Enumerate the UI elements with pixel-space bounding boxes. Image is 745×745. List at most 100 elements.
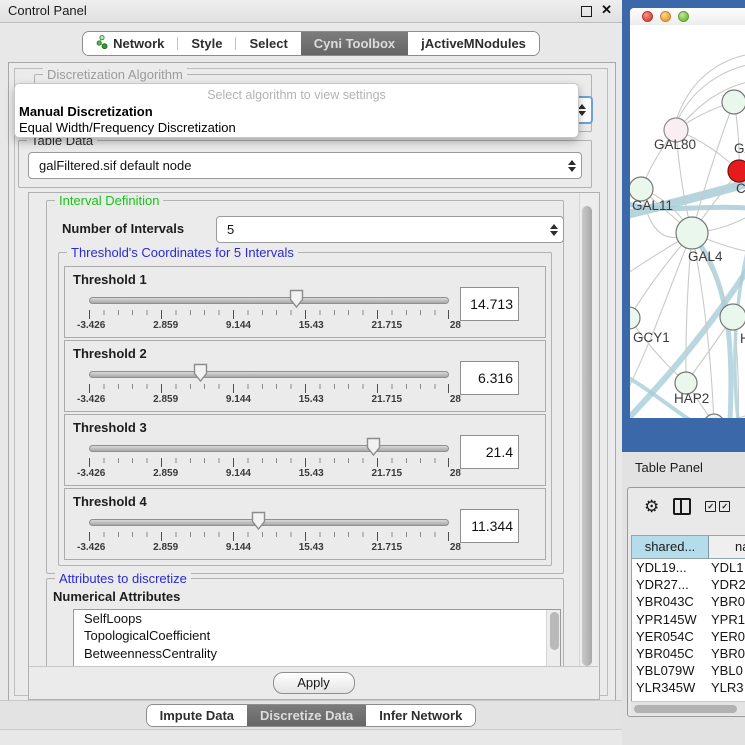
- tab-discretize-data[interactable]: Discretize Data: [247, 705, 366, 726]
- network-canvas[interactable]: GAL80 GA GAL11 C GAL4 GCY1 HA HAP2: [630, 25, 745, 418]
- cell-name: YBR0: [709, 594, 745, 609]
- tab-impute-data[interactable]: Impute Data: [147, 705, 247, 726]
- network-window[interactable]: GAL80 GA GAL11 C GAL4 GCY1 HA HAP2: [630, 8, 745, 418]
- attributes-scrollbar-thumb[interactable]: [550, 612, 559, 650]
- tab-style-label: Style: [191, 36, 222, 51]
- cell-name: YIL0: [709, 698, 745, 700]
- slider-thumb[interactable]: [251, 511, 266, 531]
- tab-select-label: Select: [249, 36, 287, 51]
- table-row[interactable]: YBR043C YBR0: [632, 593, 745, 610]
- node-gal4[interactable]: [676, 217, 708, 249]
- tab-cyni-label: Cyni Toolbox: [314, 36, 395, 51]
- tick-label: 28: [450, 468, 461, 479]
- node-red-selected[interactable]: [728, 160, 745, 182]
- minimize-traffic-light-icon[interactable]: [660, 11, 671, 22]
- num-intervals-label: Number of Intervals: [62, 221, 184, 236]
- dropdown-option-equal-width[interactable]: Equal Width/Frequency Discretization: [19, 120, 236, 135]
- threshold-3-value-field[interactable]: 21.4: [460, 435, 519, 469]
- tab-select[interactable]: Select: [236, 32, 300, 55]
- attribute-list-item[interactable]: BetweennessCentrality: [74, 645, 560, 662]
- threshold-4-panel: Threshold 4 -3.4262.8599.14415.4321.7152…: [64, 488, 546, 560]
- slider-thumb[interactable]: [193, 363, 208, 383]
- table-row[interactable]: YBL079W YBL0: [632, 662, 745, 679]
- slider-track: [89, 371, 449, 378]
- node-label: C: [736, 181, 745, 196]
- cell-shared-name: YBR043C: [632, 594, 709, 609]
- attributes-scrollbar[interactable]: [546, 610, 560, 668]
- tab-infer-network[interactable]: Infer Network: [366, 705, 475, 726]
- threshold-2-value-field[interactable]: 6.316: [460, 361, 519, 395]
- split-columns-icon[interactable]: [673, 498, 691, 515]
- num-intervals-value: 5: [217, 222, 545, 237]
- slider-track: [89, 297, 449, 304]
- slider-thumb[interactable]: [289, 289, 304, 309]
- table-row[interactable]: YBR045C YBR0: [632, 645, 745, 662]
- table-panel-toolbar: ⚙ ✓ ✓: [628, 492, 745, 520]
- tick-label: -3.426: [77, 542, 105, 553]
- close-icon[interactable]: ✕: [601, 2, 612, 18]
- gear-icon[interactable]: ⚙: [644, 498, 659, 515]
- tick-label: 9.144: [226, 542, 251, 553]
- tab-style[interactable]: Style: [178, 32, 235, 55]
- threshold-1-value-field[interactable]: 14.713: [460, 287, 519, 321]
- threshold-4-slider[interactable]: -3.4262.8599.14415.4321.71528: [89, 511, 449, 557]
- table-panel-area: Table Panel ⚙ ✓ ✓ shared... na... YDL19.: [622, 452, 745, 745]
- node-label: HA: [740, 331, 745, 346]
- tab-cyni-toolbox[interactable]: Cyni Toolbox: [301, 32, 408, 55]
- checkbox-checked-icon[interactable]: ✓: [705, 501, 716, 512]
- discretize-data-label: Discretize Data: [260, 708, 353, 723]
- table-row[interactable]: YIL052C YIL0: [632, 697, 745, 701]
- close-traffic-light-icon[interactable]: [642, 11, 653, 22]
- threshold-1-slider[interactable]: -3.4262.8599.14415.4321.71528: [89, 289, 449, 335]
- horizontal-scrollbar[interactable]: [631, 701, 745, 715]
- tick-label: 2.859: [153, 468, 178, 479]
- threshold-2-slider[interactable]: -3.4262.8599.14415.4321.71528: [89, 363, 449, 409]
- cell-shared-name: YDR27...: [632, 577, 709, 592]
- tab-network-label: Network: [113, 36, 164, 51]
- node-bottom[interactable]: [704, 414, 724, 418]
- threshold-4-value-field[interactable]: 11.344: [460, 509, 519, 543]
- node-label: GAL4: [688, 249, 723, 264]
- num-intervals-combobox[interactable]: 5: [216, 216, 564, 243]
- float-window-icon[interactable]: [581, 6, 592, 17]
- attribute-list-item[interactable]: SelfLoops: [74, 610, 560, 627]
- tab-jactivemnodules[interactable]: jActiveMNodules: [408, 32, 539, 55]
- node-top-right[interactable]: [722, 90, 745, 114]
- apply-button[interactable]: Apply: [273, 672, 355, 694]
- network-view-frame: GAL80 GA GAL11 C GAL4 GCY1 HA HAP2: [622, 0, 745, 452]
- vertical-scrollbar-thumb[interactable]: [582, 206, 592, 666]
- app-root: Control Panel ✕ Network Style: [0, 0, 745, 745]
- table-row[interactable]: YDR27... YDR2: [632, 576, 745, 593]
- threshold-label: Threshold 1: [73, 272, 147, 287]
- attribute-list-item[interactable]: TopologicalCoefficient: [74, 627, 560, 644]
- dropdown-option-manual[interactable]: Manual Discretization: [19, 104, 153, 119]
- tick-label: 15.43: [299, 320, 324, 331]
- table-row[interactable]: YDL19... YDL1: [632, 559, 745, 576]
- combo-stepper-icon: [545, 224, 563, 236]
- table-data-combobox[interactable]: galFiltered.sif default node: [28, 152, 582, 179]
- column-header-shared-name[interactable]: shared...: [632, 536, 709, 558]
- node-h[interactable]: [720, 304, 745, 330]
- threshold-1-panel: Threshold 1 -3.4262.8599.14415.4321.7152…: [64, 266, 546, 338]
- threshold-label: Threshold 2: [73, 346, 147, 361]
- table-rows: YDL19... YDL1 YDR27... YDR2 YBR043C YBR0…: [632, 559, 745, 700]
- zoom-traffic-light-icon[interactable]: [678, 11, 689, 22]
- checkbox-checked-icon[interactable]: ✓: [719, 501, 730, 512]
- slider-thumb[interactable]: [366, 437, 381, 457]
- table-row[interactable]: YPR145W YPR1: [632, 611, 745, 628]
- cell-shared-name: YER054C: [632, 629, 709, 644]
- impute-data-label: Impute Data: [160, 708, 234, 723]
- table-data-combo-value: galFiltered.sif default node: [29, 158, 563, 173]
- numerical-attributes-list: SelfLoopsTopologicalCoefficientBetweenne…: [73, 609, 561, 669]
- table-row[interactable]: YER054C YER0: [632, 628, 745, 645]
- horizontal-scrollbar-thumb[interactable]: [634, 705, 737, 713]
- node-gcy1[interactable]: [630, 307, 640, 329]
- column-header-name[interactable]: na...: [709, 536, 745, 558]
- cell-name: YLR3: [709, 680, 745, 695]
- table-row[interactable]: YLR345W YLR3: [632, 679, 745, 696]
- tick-label: 9.144: [226, 394, 251, 405]
- threshold-3-slider[interactable]: -3.4262.8599.14415.4321.71528: [89, 437, 449, 483]
- select-columns-icons[interactable]: ✓ ✓: [705, 501, 730, 512]
- apply-button-strip: Apply: [29, 666, 598, 699]
- tab-network[interactable]: Network: [83, 32, 177, 55]
